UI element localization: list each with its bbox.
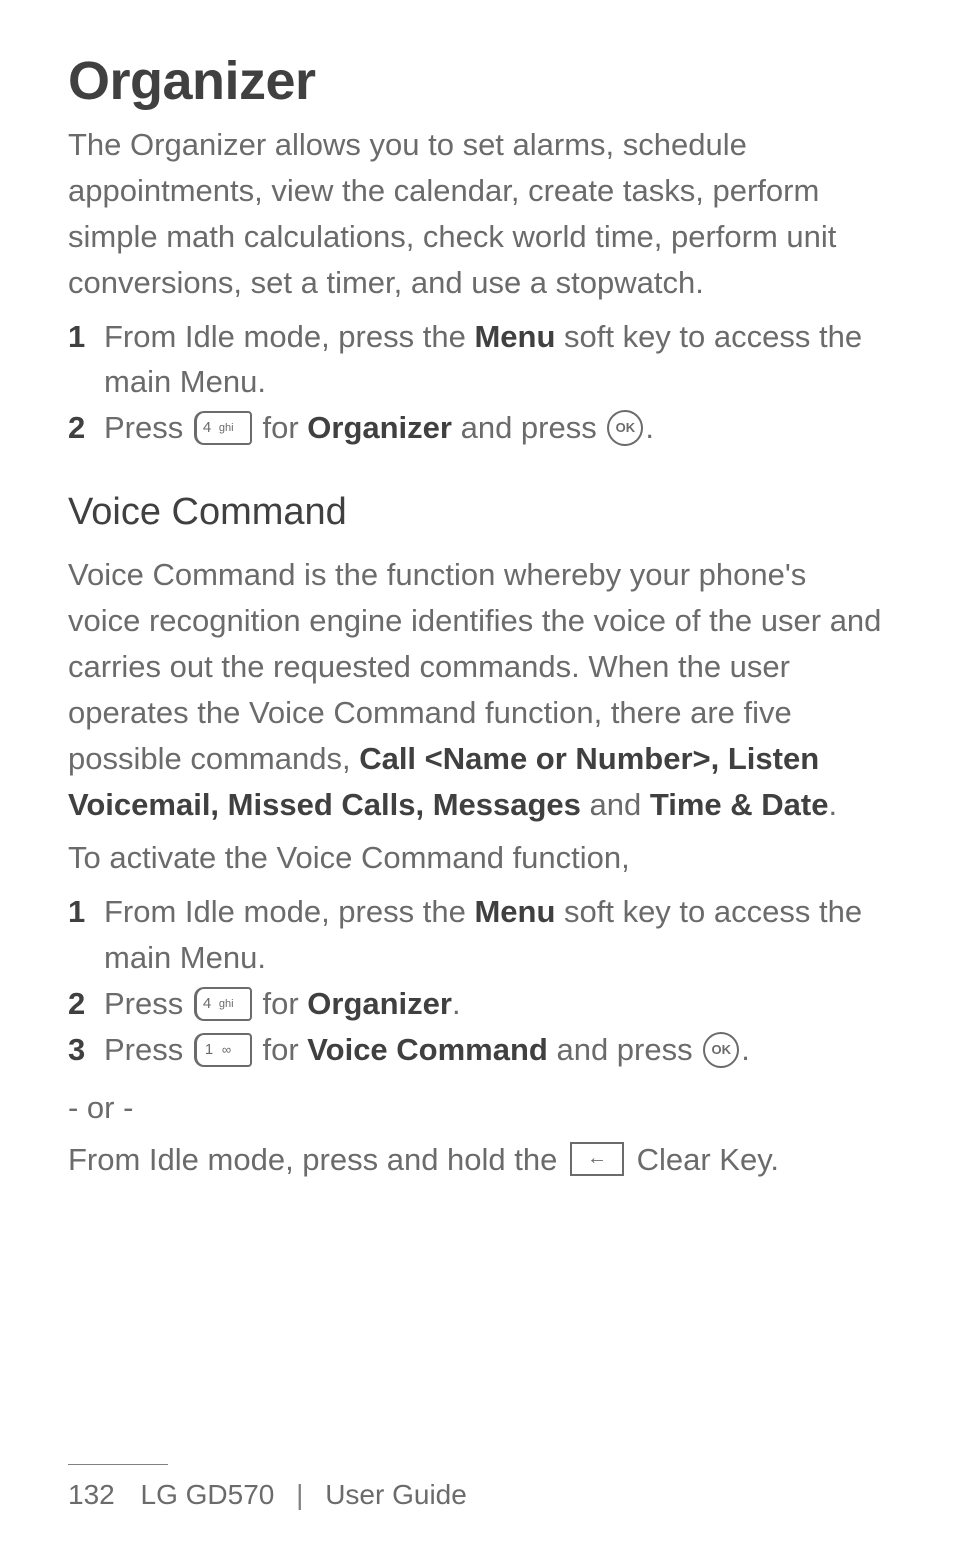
step-content: From Idle mode, press the Menu soft key …: [104, 314, 886, 406]
intro-steps: 1 From Idle mode, press the Menu soft ke…: [68, 314, 886, 452]
intro-paragraph: The Organizer allows you to set alarms, …: [68, 122, 886, 306]
step-content: From Idle mode, press the Menu soft key …: [104, 889, 886, 981]
clear-key-icon: ←: [570, 1142, 624, 1176]
step-number: 1: [68, 314, 104, 360]
text: From Idle mode, press the: [104, 319, 474, 354]
text: and press: [548, 1032, 701, 1067]
text: for: [254, 1032, 307, 1067]
text: and: [581, 787, 650, 822]
text: .: [828, 787, 837, 822]
list-item: 2 Press for Organizer.: [68, 981, 886, 1027]
section-title: Voice Command: [68, 491, 886, 534]
list-item: 2 Press for Organizer and press OK.: [68, 405, 886, 451]
text: Clear Key.: [628, 1142, 779, 1177]
text: for: [254, 986, 307, 1021]
text: .: [452, 986, 461, 1021]
text: From Idle mode, press and hold the: [68, 1142, 566, 1177]
product-name: LG GD570: [141, 1479, 275, 1510]
step-number: 1: [68, 889, 104, 935]
voice-command-steps: 1 From Idle mode, press the Menu soft ke…: [68, 889, 886, 1073]
voice-command-label: Voice Command: [307, 1032, 548, 1067]
list-item: 1 From Idle mode, press the Menu soft ke…: [68, 889, 886, 981]
footer-divider: |: [296, 1479, 303, 1511]
guide-label: User Guide: [325, 1479, 467, 1510]
text: for: [254, 410, 307, 445]
page-number: 132: [68, 1479, 115, 1511]
key-4ghi-icon: [194, 411, 252, 445]
page-title: Organizer: [68, 50, 886, 112]
key-ok-icon: OK: [703, 1032, 739, 1068]
organizer-label: Organizer: [307, 986, 452, 1021]
time-date-label: Time & Date: [650, 787, 829, 822]
text: Press: [104, 410, 192, 445]
list-item: 1 From Idle mode, press the Menu soft ke…: [68, 314, 886, 406]
organizer-label: Organizer: [307, 410, 452, 445]
key-1-icon: [194, 1033, 252, 1067]
text: Press: [104, 1032, 192, 1067]
text: .: [645, 410, 654, 445]
footer: 132 LG GD570 | User Guide: [68, 1464, 467, 1511]
step-number: 3: [68, 1027, 104, 1073]
step-content: Press for Organizer.: [104, 981, 886, 1027]
step-number: 2: [68, 405, 104, 451]
text: and press: [452, 410, 605, 445]
text: Press: [104, 986, 192, 1021]
step-number: 2: [68, 981, 104, 1027]
step-content: Press for Voice Command and press OK.: [104, 1027, 886, 1073]
or-separator: - or -: [68, 1085, 886, 1131]
step-content: Press for Organizer and press OK.: [104, 405, 886, 451]
menu-label: Menu: [474, 319, 555, 354]
page: Organizer The Organizer allows you to se…: [0, 0, 954, 1557]
activate-text: To activate the Voice Command function,: [68, 835, 886, 881]
text: .: [741, 1032, 750, 1067]
menu-label: Menu: [474, 894, 555, 929]
voice-command-body: Voice Command is the function whereby yo…: [68, 552, 886, 827]
footer-rule: [68, 1464, 168, 1465]
idle-mode-line: From Idle mode, press and hold the ← Cle…: [68, 1137, 886, 1183]
text: From Idle mode, press the: [104, 894, 474, 929]
key-4ghi-icon: [194, 987, 252, 1021]
key-ok-icon: OK: [607, 410, 643, 446]
list-item: 3 Press for Voice Command and press OK.: [68, 1027, 886, 1073]
